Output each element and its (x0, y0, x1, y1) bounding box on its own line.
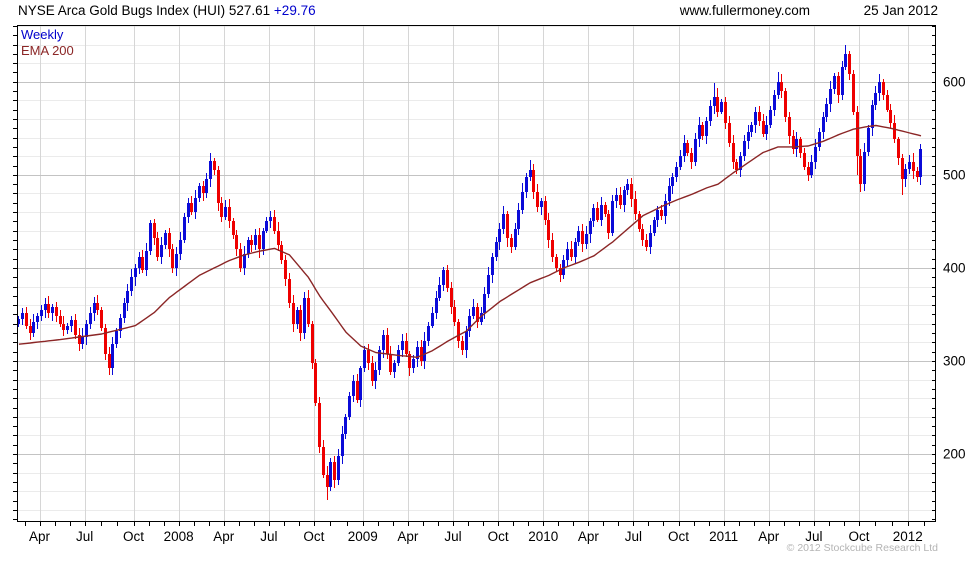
x-axis-label: 2008 (164, 529, 194, 544)
y-axis-label: 200 (943, 447, 966, 462)
legend-ema-label: EMA 200 (21, 43, 74, 58)
chart-legend: Weekly EMA 200 (21, 27, 74, 59)
x-axis-label: Apr (29, 529, 51, 544)
x-axis-label: Oct (123, 529, 144, 544)
y-axis-label: 500 (943, 167, 966, 182)
y-axis-label: 300 (943, 353, 966, 368)
legend-timeframe-label: Weekly (21, 27, 64, 42)
x-axis-label: Apr (213, 529, 235, 544)
x-axis-label: Apr (397, 529, 419, 544)
x-axis-label: Apr (578, 529, 600, 544)
x-axis-label: Oct (303, 529, 324, 544)
x-axis-label: Oct (668, 529, 689, 544)
x-axis-label: Jul (260, 529, 277, 544)
y-axis-label: 600 (943, 74, 966, 89)
x-axis-label: Jul (444, 529, 461, 544)
x-axis-label: 2011 (709, 529, 738, 544)
x-axis-label: Jul (76, 529, 93, 544)
x-axis-label: 2009 (348, 529, 378, 544)
y-axis-label: 400 (943, 260, 966, 275)
price-chart: 600 500 400 300 200 Apr Jul Oct 2008 Apr Jul Oct 200… (0, 0, 980, 560)
x-axis-label: 2010 (528, 529, 558, 544)
x-axis-label: Apr (758, 529, 780, 544)
copyright-text: © 2012 Stockcube Research Ltd (786, 542, 938, 554)
x-axis-label: Oct (488, 529, 509, 544)
x-axis-label: Jul (625, 529, 642, 544)
